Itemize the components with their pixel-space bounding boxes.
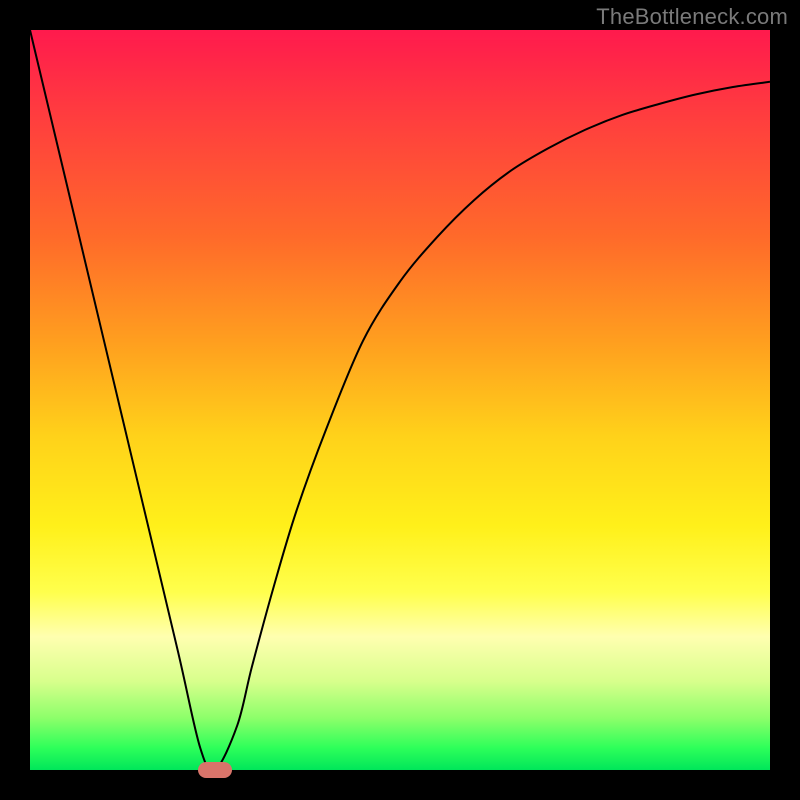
bottleneck-curve bbox=[30, 30, 770, 770]
curve-svg bbox=[30, 30, 770, 770]
chart-container: TheBottleneck.com bbox=[0, 0, 800, 800]
plot-area bbox=[30, 30, 770, 770]
watermark-text: TheBottleneck.com bbox=[596, 4, 788, 30]
optimal-marker bbox=[198, 762, 232, 778]
